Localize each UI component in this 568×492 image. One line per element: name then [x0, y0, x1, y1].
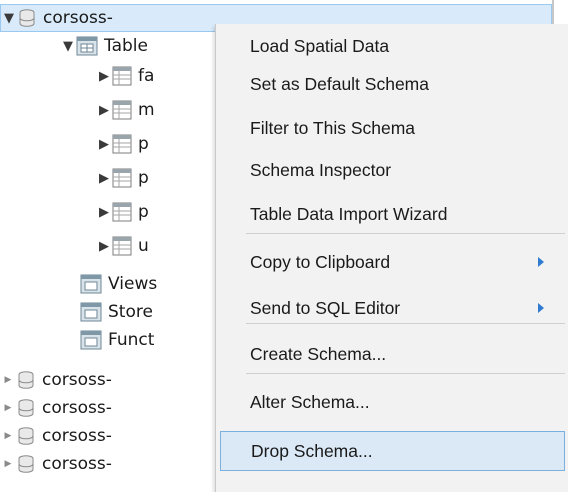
menu-item-filter-to-this-schema[interactable]: Filter to This Schema: [220, 108, 565, 148]
table-label: fa: [138, 66, 155, 86]
menu-item-alter-schema[interactable]: Alter Schema...: [220, 382, 565, 422]
tree-row-table[interactable]: ▶ p: [0, 198, 149, 226]
menu-item-label: Set as Default Schema: [250, 73, 429, 94]
tree-row-views[interactable]: Views: [0, 270, 157, 298]
tree-row-schema[interactable]: ▶ corsoss-: [0, 450, 112, 478]
expand-right-icon[interactable]: ▶: [96, 171, 112, 186]
database-icon: [17, 8, 37, 28]
expand-right-icon[interactable]: ▶: [96, 69, 112, 84]
tree-row-tables[interactable]: ▼ Table: [0, 32, 148, 60]
menu-item-label: Schema Inspector: [250, 159, 392, 180]
submenu-arrow-icon: [538, 303, 544, 313]
database-icon: [16, 454, 36, 474]
menu-item-label: Table Data Import Wizard: [250, 203, 448, 224]
tree-row-schema[interactable]: ▶ corsoss-: [0, 366, 112, 394]
menu-item-send-to-sql-editor[interactable]: Send to SQL Editor: [220, 288, 565, 328]
menu-item-create-schema[interactable]: Create Schema...: [220, 334, 565, 374]
folder-table-icon: [80, 330, 102, 350]
schema-context-menu: Load Spatial Data Set as Default Schema Fi…: [215, 24, 568, 492]
tree-row-table[interactable]: ▶ p: [0, 164, 149, 192]
menu-item-schema-inspector[interactable]: Schema Inspector: [220, 150, 565, 190]
table-grid-icon: [112, 100, 132, 120]
menu-item-label: Create Schema...: [250, 343, 387, 364]
menu-item-label: Drop Schema...: [251, 440, 373, 461]
expand-right-icon[interactable]: ▶: [0, 403, 16, 413]
table-grid-icon: [112, 202, 132, 222]
expand-down-icon[interactable]: ▼: [60, 39, 76, 54]
expand-down-icon[interactable]: ▼: [1, 11, 17, 26]
workbench-navigator: ▼ corsoss- ▼ Table ▶ fa ▶ m ▶ p ▶ p ▶ p ▶ u Views: [0, 0, 568, 492]
tree-row-stored-procedures[interactable]: Store: [0, 298, 153, 326]
table-grid-icon: [112, 236, 132, 256]
menu-separator: [246, 233, 565, 234]
expand-right-icon[interactable]: ▶: [0, 459, 16, 469]
tables-label: Table: [104, 36, 148, 56]
menu-item-table-data-import-wizard[interactable]: Table Data Import Wizard: [220, 194, 565, 234]
menu-item-label: Alter Schema...: [250, 391, 370, 412]
tree-row-table[interactable]: ▶ u: [0, 232, 149, 260]
schema-label: corsoss-: [43, 8, 113, 28]
database-icon: [16, 426, 36, 446]
tree-row-table[interactable]: ▶ p: [0, 130, 149, 158]
menu-separator: [246, 323, 565, 324]
database-icon: [16, 370, 36, 390]
expand-right-icon[interactable]: ▶: [96, 205, 112, 220]
folder-table-icon: [80, 274, 102, 294]
submenu-arrow-icon: [538, 257, 544, 267]
expand-right-icon[interactable]: ▶: [96, 239, 112, 254]
expand-right-icon[interactable]: ▶: [0, 431, 16, 441]
table-label: u: [138, 236, 149, 256]
tree-row-functions[interactable]: Funct: [0, 326, 154, 354]
schema-label: corsoss-: [42, 370, 112, 390]
table-label: m: [138, 100, 155, 120]
table-label: p: [138, 134, 149, 154]
tree-row-table[interactable]: ▶ m: [0, 96, 155, 124]
views-label: Views: [108, 274, 158, 294]
expand-right-icon[interactable]: ▶: [96, 137, 112, 152]
menu-item-drop-schema[interactable]: Drop Schema...: [220, 431, 565, 471]
menu-item-label: Filter to This Schema: [250, 117, 416, 138]
schema-label: corsoss-: [42, 398, 112, 418]
menu-item-label: Load Spatial Data: [250, 35, 390, 56]
table-label: p: [138, 202, 149, 222]
menu-item-label: Copy to Clipboard: [250, 251, 391, 272]
stored-procedures-label: Store: [108, 302, 153, 322]
expand-right-icon[interactable]: ▶: [0, 375, 16, 385]
menu-item-copy-to-clipboard[interactable]: Copy to Clipboard: [220, 242, 565, 282]
schema-label: corsoss-: [42, 454, 112, 474]
table-label: p: [138, 168, 149, 188]
tree-row-schema[interactable]: ▶ corsoss-: [0, 394, 112, 422]
table-grid-icon: [112, 134, 132, 154]
functions-label: Funct: [108, 330, 155, 350]
expand-right-icon[interactable]: ▶: [96, 103, 112, 118]
schema-label: corsoss-: [42, 426, 112, 446]
table-grid-icon: [112, 66, 132, 86]
table-grid-icon: [112, 168, 132, 188]
menu-item-load-spatial-data[interactable]: Load Spatial Data: [220, 26, 565, 66]
menu-item-label: Send to SQL Editor: [250, 297, 401, 318]
menu-separator: [246, 373, 565, 374]
tree-row-table[interactable]: ▶ fa: [0, 62, 154, 90]
menu-item-set-as-default-schema[interactable]: Set as Default Schema: [220, 64, 565, 104]
database-icon: [16, 398, 36, 418]
folder-table-icon: [76, 36, 98, 56]
folder-table-icon: [80, 302, 102, 322]
tree-row-schema[interactable]: ▶ corsoss-: [0, 422, 112, 450]
